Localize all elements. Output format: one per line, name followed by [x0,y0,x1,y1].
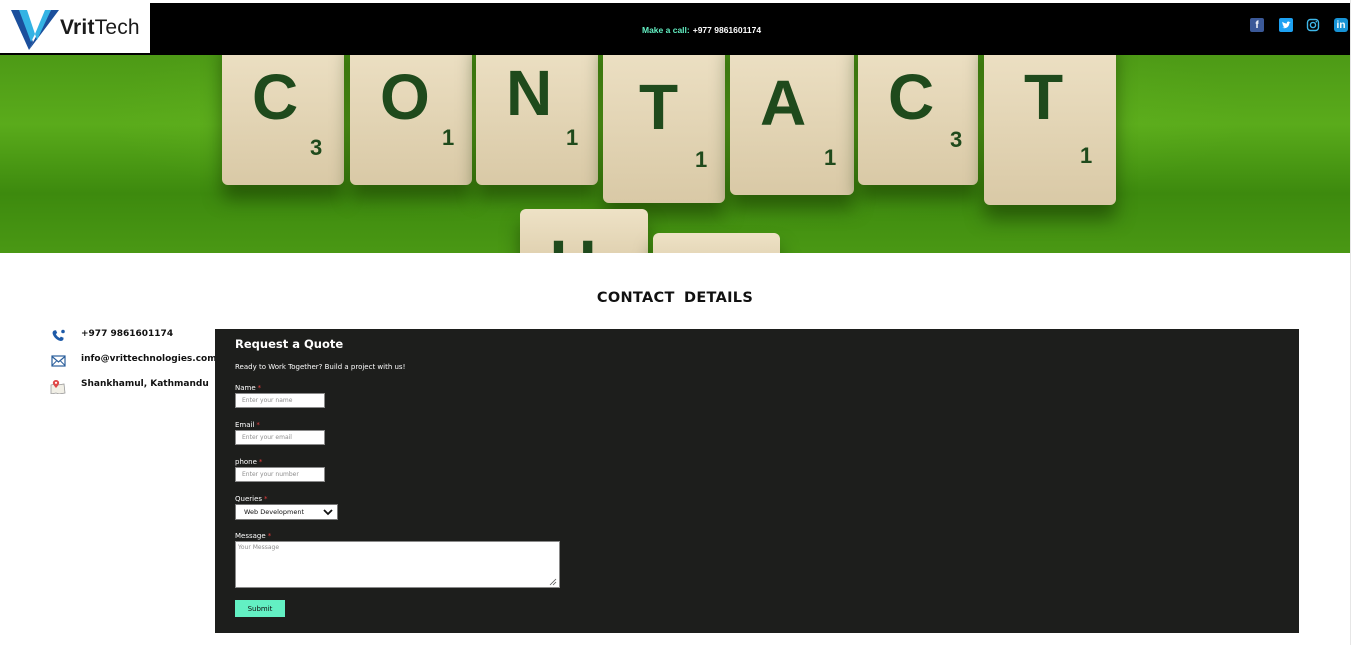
name-label: Name * [235,384,262,392]
instagram-icon[interactable] [1306,18,1320,32]
message-label: Message * [235,532,272,540]
linkedin-icon[interactable]: in [1334,18,1348,32]
phone-text[interactable]: +977 9861601174 [81,329,173,339]
queries-value: Web Development [244,508,304,516]
top-bar: VritTech Make a call: +977 9861601174 f i… [0,3,1350,55]
contact-email: info@vrittechnologies.com [50,353,217,369]
chevron-down-icon [323,509,333,516]
map-pin-icon [50,378,66,394]
logo-mark-icon [11,10,59,50]
name-input[interactable] [235,393,325,408]
twitter-icon[interactable] [1279,18,1293,32]
email-text[interactable]: info@vrittechnologies.com [81,354,217,364]
resize-grip-icon[interactable] [549,578,557,586]
hero-tile: N1 [476,55,598,185]
hero-tile [653,233,780,253]
hero-tile: C3 [222,55,344,185]
hero-banner: C3 O1 N1 T1 A1 C3 T1 U [0,55,1350,253]
logo-text: VritTech [60,16,140,39]
email-label: Email * [235,421,260,429]
address-text: Shankhamul, Kathmandu [81,379,209,389]
twitter-bird-icon [1282,21,1291,28]
queries-label: Queries * [235,495,268,503]
hero-tile: U [520,209,648,253]
call-label: Make a call: [642,25,690,35]
phone-label: phone * [235,458,263,466]
envelope-icon [50,353,66,369]
logo[interactable]: VritTech [0,3,150,53]
contact-address: Shankhamul, Kathmandu [50,378,209,394]
call-number[interactable]: +977 9861601174 [693,25,761,35]
call-info: Make a call: +977 9861601174 [642,25,761,35]
facebook-icon[interactable]: f [1250,18,1264,32]
contact-phone: +977 9861601174 [50,328,173,344]
phone-icon [50,328,66,344]
hero-tile: C3 [858,55,978,185]
email-input[interactable] [235,430,325,445]
hero-tile: A1 [730,55,854,195]
section-title: CONTACT DETAILS [596,290,754,306]
message-textarea[interactable] [235,541,560,588]
submit-button[interactable]: Submit [235,600,285,617]
phone-input[interactable] [235,467,325,482]
hero-tile: O1 [350,55,472,185]
form-subtitle: Ready to Work Together? Build a project … [235,363,406,371]
form-title: Request a Quote [235,337,344,351]
instagram-glyph-icon [1306,18,1320,32]
queries-select[interactable]: Web Development [235,504,338,520]
hero-tile: T1 [984,55,1116,205]
scroll-divider [1350,0,1351,645]
quote-form: Request a Quote Ready to Work Together? … [215,329,1299,633]
hero-tile: T1 [603,55,725,203]
